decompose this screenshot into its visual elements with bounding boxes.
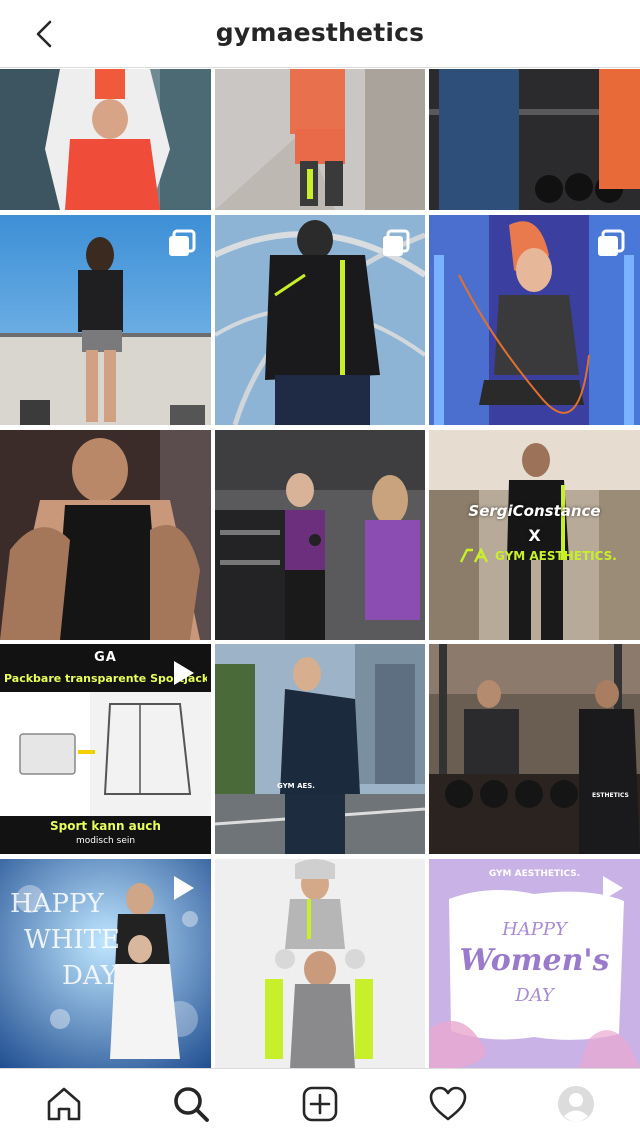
caption-bottom: Sport kann auch (50, 819, 161, 833)
new-post-icon (302, 1086, 338, 1122)
greeting-womens: Women's (459, 943, 610, 978)
post-image (0, 430, 211, 640)
post-image (215, 644, 425, 854)
nav-search-button[interactable] (168, 1081, 214, 1127)
profile-username-title: gymaesthetics (215, 18, 425, 47)
carousel-icon (598, 229, 625, 256)
post-tile[interactable]: SergiConstance X GYM AESTHETICS. (429, 430, 640, 640)
post-tile[interactable]: HAPPY WHITE DAY (0, 859, 211, 1068)
profile-avatar (558, 1086, 594, 1122)
nav-profile-button[interactable] (553, 1081, 599, 1127)
greeting-line-3: DAY (62, 961, 118, 991)
post-tile[interactable] (0, 69, 211, 210)
carousel-icon (383, 229, 410, 256)
post-image (429, 644, 640, 854)
post-tile[interactable]: GA Packbare transparente Sportjacke Spor… (0, 644, 211, 854)
video-play-icon (174, 876, 194, 900)
ga-logo-icon (459, 548, 489, 563)
activity-heart-icon (429, 1086, 467, 1121)
brand-logo: GYM AESTHETICS. (459, 548, 617, 564)
post-tile[interactable]: ESTHETICS (429, 644, 640, 854)
shirt-print: ESTHETICS (592, 792, 629, 799)
posts-grid: SergiConstance X GYM AESTHETICS. GA Pack… (0, 69, 640, 1068)
nav-home-button[interactable] (41, 1081, 87, 1127)
top-app-bar: gymaesthetics (0, 0, 640, 68)
video-play-icon (174, 661, 194, 685)
carousel-icon (169, 229, 196, 256)
post-tile[interactable] (0, 215, 211, 425)
search-icon (174, 1087, 209, 1122)
caption-bottom-2: modisch sein (75, 836, 136, 846)
collab-x: X (528, 526, 541, 545)
shirt-print: GYM AES. (277, 782, 315, 790)
post-image (0, 69, 211, 210)
post-tile[interactable] (215, 215, 425, 425)
post-tile[interactable] (0, 430, 211, 640)
post-image (429, 69, 640, 210)
greeting-happy: HAPPY (502, 919, 567, 940)
video-play-icon (603, 876, 623, 900)
post-image (215, 859, 425, 1068)
post-tile[interactable] (429, 215, 640, 425)
greeting-day: DAY (515, 985, 554, 1006)
post-tile[interactable] (429, 69, 640, 210)
post-image (215, 69, 425, 210)
collab-title: SergiConstance (468, 502, 601, 520)
post-image (215, 430, 425, 640)
home-icon (47, 1087, 81, 1121)
nav-new-post-button[interactable] (297, 1081, 343, 1127)
greeting-line-2: WHITE (24, 925, 120, 955)
nav-activity-button[interactable] (425, 1081, 471, 1127)
post-tile[interactable] (215, 69, 425, 210)
bottom-navigation-bar (0, 1068, 640, 1138)
post-tile[interactable]: GYM AES. (215, 644, 425, 854)
post-tile[interactable] (215, 859, 425, 1068)
post-tile[interactable]: GYM AESTHETICS. HAPPY Women's DAY (429, 859, 640, 1068)
post-tile[interactable] (215, 430, 425, 640)
brand-name: GYM AESTHETICS. (495, 549, 617, 563)
